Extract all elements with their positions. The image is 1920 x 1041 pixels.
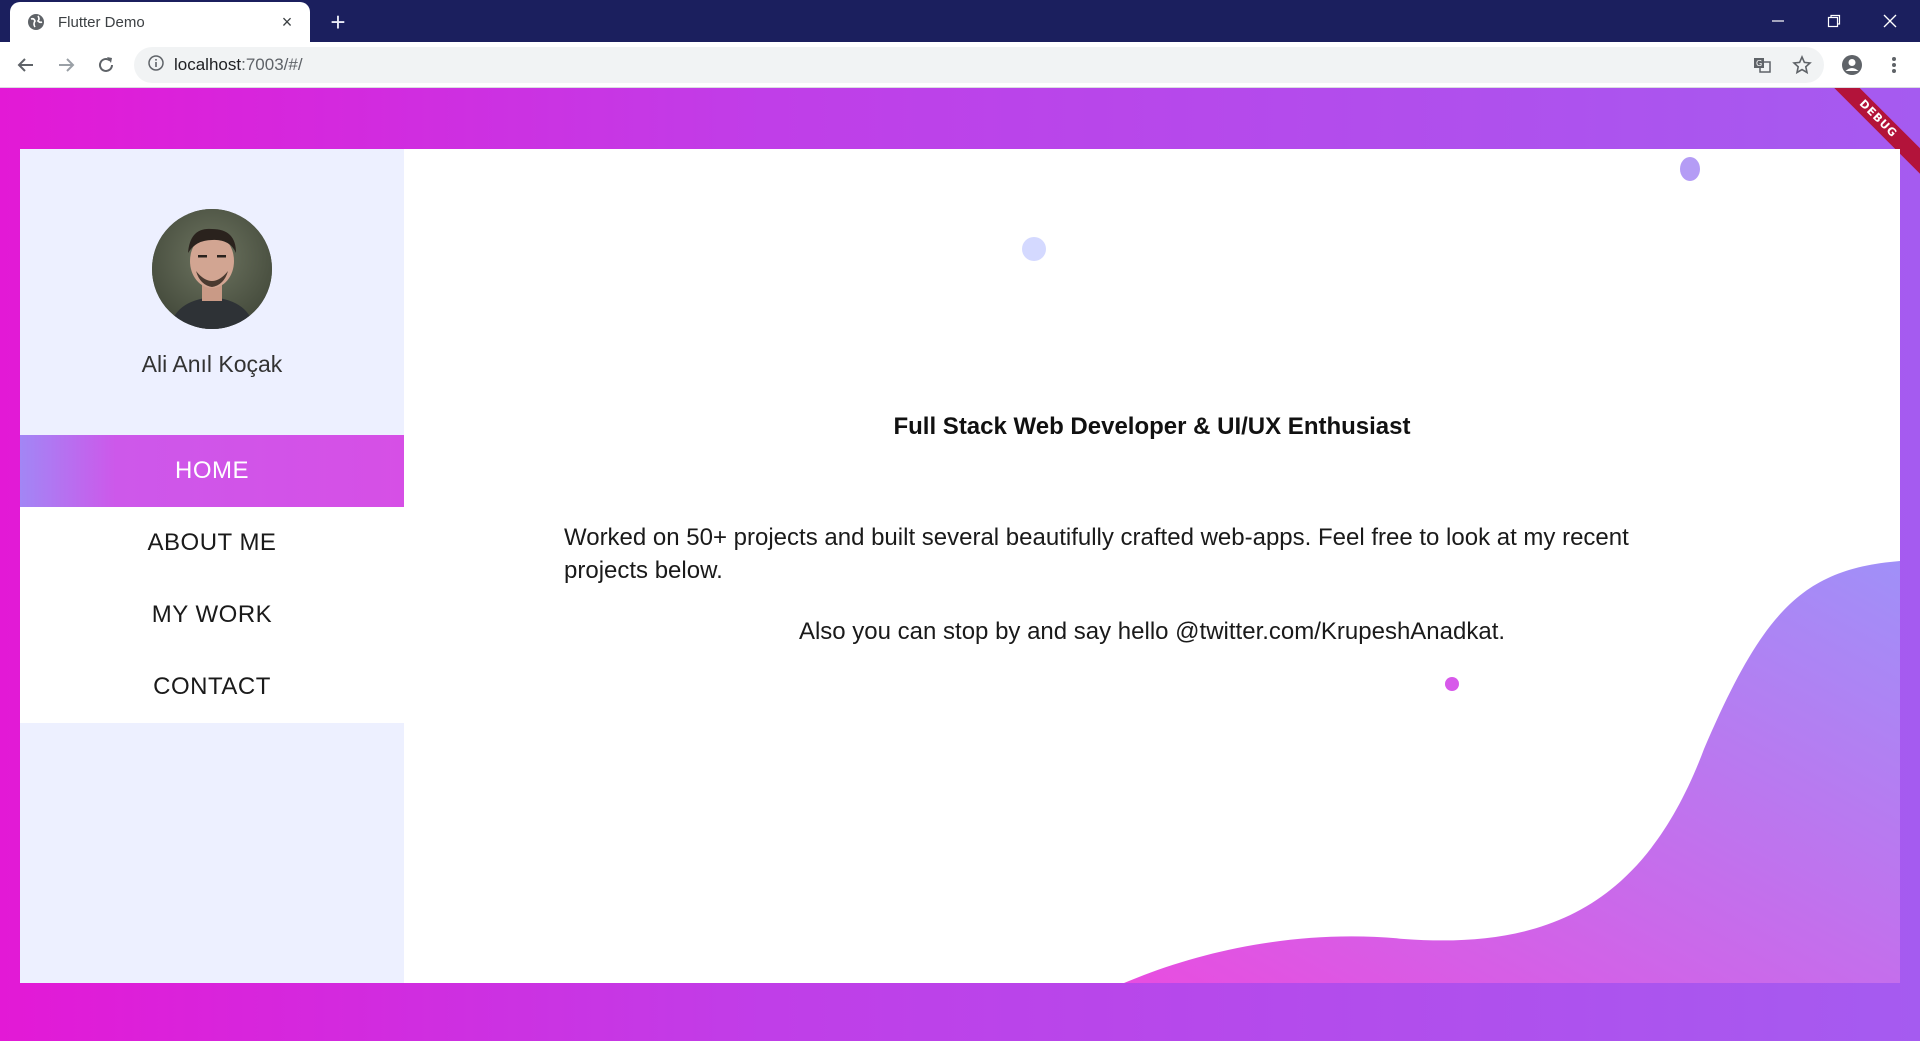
app-viewport: DEBUG Ali Anıl Koçak HOME ABOUT ME MY WO… bbox=[0, 88, 1920, 1041]
sidebar: Ali Anıl Koçak HOME ABOUT ME MY WORK CON… bbox=[20, 149, 404, 983]
nav-item-about-me[interactable]: ABOUT ME bbox=[20, 507, 404, 579]
tab-title: Flutter Demo bbox=[58, 13, 145, 31]
translate-icon[interactable]: G bbox=[1746, 49, 1778, 81]
hero-paragraph: Worked on 50+ projects and built several… bbox=[564, 524, 1629, 584]
kebab-menu-icon[interactable] bbox=[1878, 49, 1910, 81]
browser-tab[interactable]: Flutter Demo × bbox=[10, 2, 310, 42]
close-window-icon[interactable] bbox=[1862, 0, 1918, 42]
main-content: Full Stack Web Developer & UI/UX Enthusi… bbox=[404, 149, 1900, 983]
hero-headline: Full Stack Web Developer & UI/UX Enthusi… bbox=[893, 413, 1411, 440]
globe-icon bbox=[26, 12, 46, 32]
decorative-dot bbox=[1022, 237, 1046, 261]
nav-item-contact[interactable]: CONTACT bbox=[20, 651, 404, 723]
decorative-dot bbox=[1445, 677, 1459, 691]
url-text: localhost:7003/#/ bbox=[174, 55, 303, 75]
arrow-left-icon[interactable] bbox=[10, 49, 42, 81]
reload-icon[interactable] bbox=[90, 49, 122, 81]
account-icon[interactable] bbox=[1836, 49, 1868, 81]
star-icon[interactable] bbox=[1786, 49, 1818, 81]
nav-menu: HOME ABOUT ME MY WORK CONTACT bbox=[20, 435, 404, 723]
nav-item-my-work[interactable]: MY WORK bbox=[20, 579, 404, 651]
svg-text:G: G bbox=[1756, 59, 1762, 68]
close-tab-icon[interactable]: × bbox=[276, 11, 298, 33]
info-icon[interactable] bbox=[148, 54, 164, 76]
browser-toolbar: localhost:7003/#/ G bbox=[0, 42, 1920, 88]
hero-contact-line: Also you can stop by and say hello @twit… bbox=[798, 618, 1506, 645]
avatar bbox=[152, 209, 272, 329]
url-host: localhost bbox=[174, 55, 242, 74]
minimize-icon[interactable] bbox=[1750, 0, 1806, 42]
decorative-dot bbox=[1680, 157, 1700, 181]
profile-name: Ali Anıl Koçak bbox=[141, 351, 283, 377]
content-card: Ali Anıl Koçak HOME ABOUT ME MY WORK CON… bbox=[20, 149, 1900, 983]
restore-icon[interactable] bbox=[1806, 0, 1862, 42]
nav-item-home[interactable]: HOME bbox=[20, 435, 404, 507]
arrow-right-icon[interactable] bbox=[50, 49, 82, 81]
new-tab-button[interactable]: + bbox=[324, 7, 352, 37]
url-path: :7003/#/ bbox=[241, 55, 303, 74]
address-bar[interactable]: localhost:7003/#/ bbox=[134, 47, 1824, 83]
browser-titlebar: Flutter Demo × + bbox=[0, 0, 1920, 42]
